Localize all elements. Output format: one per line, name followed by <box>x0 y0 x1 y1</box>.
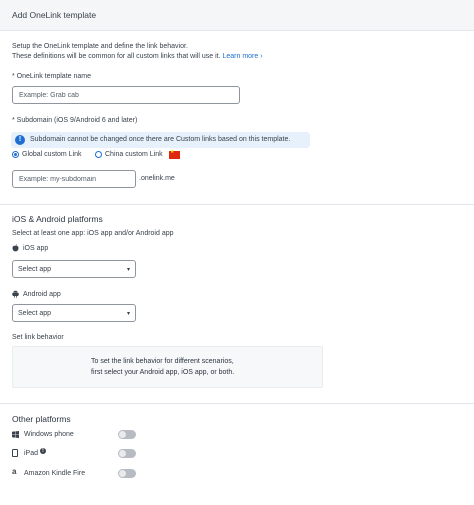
windows-phone-label: Windows phone <box>24 431 74 438</box>
link-behavior-line-2: first select your Android app, iOS app, … <box>91 369 235 376</box>
template-name-input[interactable] <box>12 86 240 104</box>
toggle-knob <box>119 431 126 438</box>
amazon-kindle-toggle[interactable] <box>118 469 136 478</box>
info-icon: ! <box>15 135 25 145</box>
intro-line-2-text: These definitions will be common for all… <box>12 53 221 60</box>
android-app-select[interactable]: Select app ▾ <box>12 304 136 322</box>
windows-icon <box>12 431 19 440</box>
chevron-down-icon: ▾ <box>126 311 130 317</box>
ipad-label: iPad <box>24 450 39 457</box>
subdomain-input[interactable] <box>12 170 136 188</box>
ios-app-label: iOS app <box>23 245 49 252</box>
link-behavior-placeholder: To set the link behavior for different s… <box>12 346 323 388</box>
link-behavior-line-1: To set the link behavior for different s… <box>91 358 234 365</box>
android-app-select-value: Select app <box>18 310 52 317</box>
ipad-toggle[interactable] <box>118 449 136 458</box>
ios-app-select[interactable]: Select app ▾ <box>12 260 136 278</box>
learn-more-link[interactable]: Learn more › <box>222 53 262 60</box>
section-divider <box>0 204 474 205</box>
amazon-icon: a <box>12 467 17 476</box>
radio-china-label: China custom Link <box>105 151 163 158</box>
subdomain-suffix: .onelink.me <box>139 175 175 182</box>
subdomain-info-text: Subdomain cannot be changed once there a… <box>30 136 291 143</box>
subdomain-label: * Subdomain (iOS 9/Android 6 and later) <box>12 117 138 124</box>
link-behavior-title: Set link behavior <box>12 334 64 341</box>
apple-icon <box>12 244 19 254</box>
page-title: Add OneLink template <box>12 10 97 20</box>
chevron-down-icon: ▾ <box>126 267 130 273</box>
template-name-label: * OneLink template name <box>12 73 91 80</box>
intro-line-1: Setup the OneLink template and define th… <box>12 43 188 50</box>
china-flag-icon <box>169 149 180 159</box>
intro-line-2: These definitions will be common for all… <box>12 52 263 62</box>
ipad-info-icon[interactable]: ! <box>40 448 46 454</box>
radio-china-link[interactable] <box>95 151 102 158</box>
windows-phone-toggle[interactable] <box>118 430 136 439</box>
subdomain-info-banner: ! Subdomain cannot be changed once there… <box>11 132 310 148</box>
android-app-label: Android app <box>23 291 61 298</box>
page-header: Add OneLink template <box>0 0 474 31</box>
android-icon <box>12 290 19 300</box>
radio-global-link[interactable] <box>12 151 19 158</box>
toggle-knob <box>119 450 126 457</box>
tablet-icon <box>12 449 18 459</box>
platforms-hint: Select at least one app: iOS app and/or … <box>12 230 174 237</box>
other-platforms-title: Other platforms <box>12 414 71 424</box>
section-divider <box>0 403 474 404</box>
radio-global-label: Global custom Link <box>22 151 82 158</box>
platforms-title: iOS & Android platforms <box>12 214 103 224</box>
ios-app-select-value: Select app <box>18 266 52 273</box>
amazon-kindle-label: Amazon Kindle Fire <box>24 470 86 477</box>
toggle-knob <box>119 470 126 477</box>
